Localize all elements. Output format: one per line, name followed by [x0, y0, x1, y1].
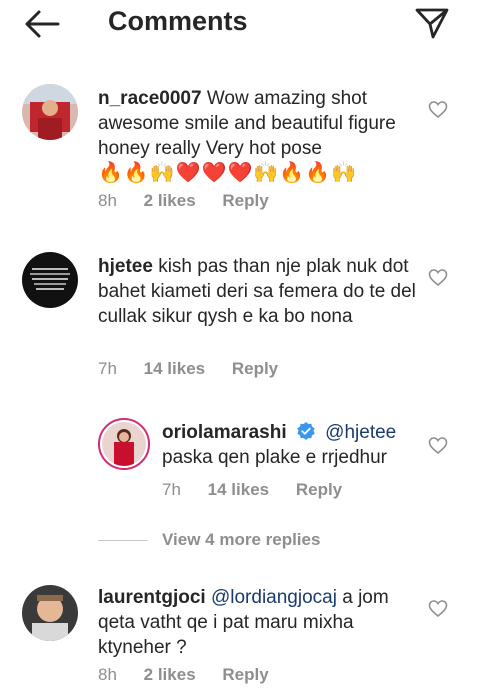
comment-text: oriolamarashi @hjetee paska qen plake e … [162, 420, 422, 470]
comment-meta: 8h 2 likes Reply [98, 665, 291, 685]
comment-mention[interactable]: @hjetee [325, 422, 396, 443]
reply-button[interactable]: Reply [222, 665, 268, 684]
like-heart-icon[interactable] [428, 100, 448, 120]
comment-meta: 7h 14 likes Reply [162, 480, 364, 500]
comment-mention[interactable]: @lordiangjocaj [211, 587, 337, 608]
comment-meta: 8h 2 likes Reply [98, 191, 291, 211]
comment-body: paska qen plake e rrjedhur [162, 447, 387, 468]
avatar-with-story-ring[interactable] [98, 418, 150, 470]
comment-likes[interactable]: 14 likes [144, 359, 205, 378]
avatar[interactable] [22, 252, 78, 308]
view-more-replies-label[interactable]: View 4 more replies [162, 530, 320, 550]
comment-likes[interactable]: 2 likes [144, 191, 196, 210]
like-heart-icon[interactable] [428, 599, 448, 619]
comment-time: 7h [98, 359, 117, 378]
divider-line [98, 540, 148, 541]
comment-username[interactable]: n_race0007 [98, 88, 202, 109]
reply-button[interactable]: Reply [232, 359, 278, 378]
reply-button[interactable]: Reply [296, 480, 342, 499]
comment-username[interactable]: laurentgjoci [98, 587, 206, 608]
comment-time: 8h [98, 191, 117, 210]
comment-meta: 7h 14 likes Reply [98, 359, 300, 379]
comment-emojis: 🔥🔥🙌❤️❤️❤️🙌🔥🔥🙌 [98, 162, 358, 184]
reply-item: oriolamarashi @hjetee paska qen plake e … [0, 418, 480, 508]
comment-likes[interactable]: 2 likes [144, 665, 196, 684]
direct-send-icon[interactable] [414, 5, 450, 41]
header-bar: Comments [0, 0, 480, 48]
comment-time: 8h [98, 665, 117, 684]
back-arrow-icon[interactable] [22, 8, 62, 40]
comment-username[interactable]: oriolamarashi [162, 422, 287, 443]
avatar[interactable] [22, 585, 78, 641]
reply-button[interactable]: Reply [222, 191, 268, 210]
comment-text: laurentgjoci @lordiangjocaj a jom qeta v… [98, 585, 418, 660]
comment-likes[interactable]: 14 likes [208, 480, 269, 499]
page-title: Comments [108, 6, 248, 36]
comment-username[interactable]: hjetee [98, 256, 153, 277]
avatar[interactable] [22, 84, 78, 140]
comment-time: 7h [162, 480, 181, 499]
verified-badge-icon [297, 422, 315, 440]
comment-text: hjetee kish pas than nje plak nuk dot ba… [98, 254, 418, 329]
comment-text: n_race0007 Wow amazing shot awesome smil… [98, 86, 418, 186]
comment-item: n_race0007 Wow amazing shot awesome smil… [0, 84, 480, 214]
like-heart-icon[interactable] [428, 268, 448, 288]
like-heart-icon[interactable] [428, 436, 448, 456]
comment-item: hjetee kish pas than nje plak nuk dot ba… [0, 252, 480, 382]
comment-item: laurentgjoci @lordiangjocaj a jom qeta v… [0, 585, 480, 691]
